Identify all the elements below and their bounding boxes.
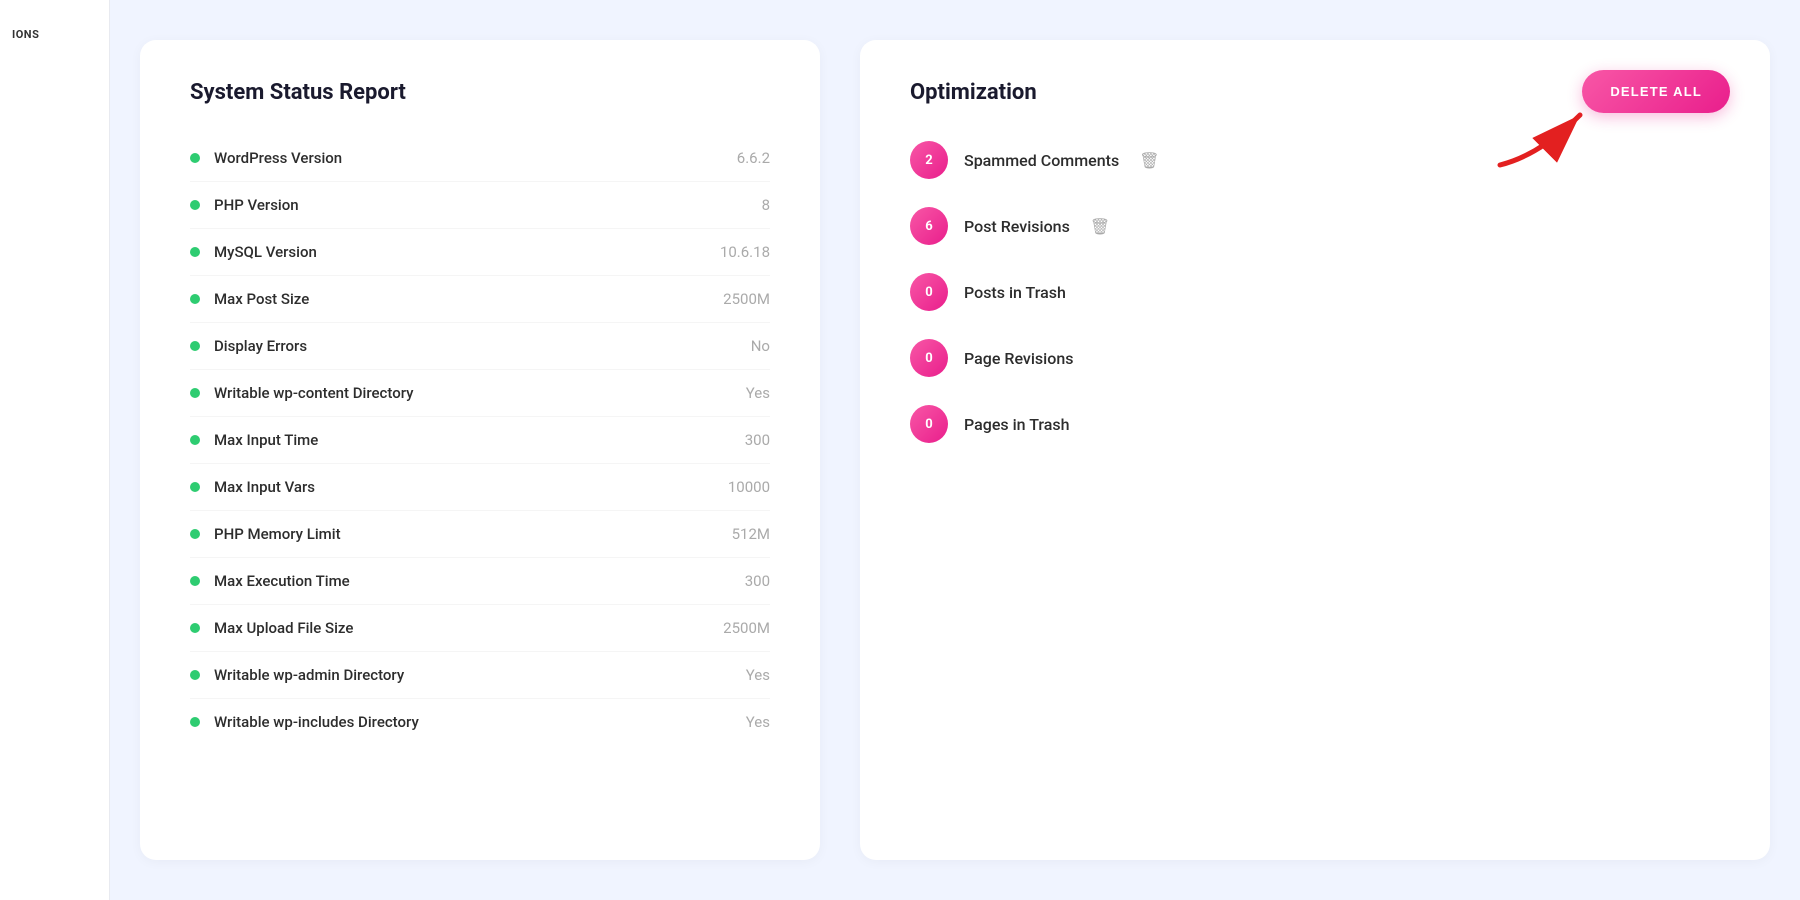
opt-item: 0 Pages in Trash (910, 405, 1720, 443)
status-value: 8 (762, 196, 770, 214)
status-item-left: Max Execution Time (190, 572, 350, 590)
status-label: PHP Version (214, 196, 299, 214)
trash-icon[interactable]: 🗑 (1090, 217, 1110, 236)
status-dot (190, 529, 200, 539)
opt-badge: 2 (910, 141, 948, 179)
opt-item-label: Pages in Trash (964, 415, 1070, 434)
status-dot (190, 670, 200, 680)
status-item: Max Post Size 2500M (190, 276, 770, 323)
opt-badge: 0 (910, 405, 948, 443)
status-list: WordPress Version 6.6.2 PHP Version 8 My… (190, 135, 770, 745)
opt-item-label: Posts in Trash (964, 283, 1066, 302)
status-item: Writable wp-content Directory Yes (190, 370, 770, 417)
status-item: Max Execution Time 300 (190, 558, 770, 605)
status-item: PHP Memory Limit 512M (190, 511, 770, 558)
status-item-left: Max Upload File Size (190, 619, 353, 637)
main-content: System Status Report WordPress Version 6… (110, 0, 1800, 900)
opt-item-label: Page Revisions (964, 349, 1073, 368)
status-value: 10000 (728, 478, 770, 496)
opt-item-label: Spammed Comments (964, 151, 1119, 170)
right-panel: Optimization DELETE ALL 2 Spammed Commen… (860, 40, 1770, 860)
status-item-left: PHP Memory Limit (190, 525, 341, 543)
status-label: Max Post Size (214, 290, 309, 308)
status-item-left: Writable wp-content Directory (190, 384, 414, 402)
status-dot (190, 623, 200, 633)
status-label: Writable wp-admin Directory (214, 666, 404, 684)
status-label: WordPress Version (214, 149, 342, 167)
status-label: Max Input Vars (214, 478, 315, 496)
delete-all-button[interactable]: DELETE ALL (1582, 70, 1730, 113)
status-dot (190, 435, 200, 445)
status-dot (190, 717, 200, 727)
status-item-left: WordPress Version (190, 149, 342, 167)
status-item: Max Input Time 300 (190, 417, 770, 464)
status-label: Max Upload File Size (214, 619, 353, 637)
status-value: 2500M (723, 619, 770, 637)
optimization-title: Optimization (910, 80, 1037, 105)
status-dot (190, 388, 200, 398)
system-status-title: System Status Report (190, 80, 770, 105)
optimization-list: 2 Spammed Comments 🗑 6 Post Revisions 🗑 … (910, 141, 1720, 443)
status-label: Writable wp-includes Directory (214, 713, 419, 731)
status-value: 300 (745, 572, 770, 590)
status-value: 10.6.18 (720, 243, 770, 261)
status-dot (190, 153, 200, 163)
status-item: WordPress Version 6.6.2 (190, 135, 770, 182)
opt-item: 0 Page Revisions (910, 339, 1720, 377)
status-label: Max Input Time (214, 431, 318, 449)
opt-item: 2 Spammed Comments 🗑 (910, 141, 1720, 179)
status-value: No (751, 337, 770, 355)
status-item: PHP Version 8 (190, 182, 770, 229)
status-item: Writable wp-admin Directory Yes (190, 652, 770, 699)
status-item-left: Max Input Time (190, 431, 318, 449)
status-dot (190, 294, 200, 304)
status-label: Display Errors (214, 337, 307, 355)
left-panel: System Status Report WordPress Version 6… (140, 40, 820, 860)
status-dot (190, 247, 200, 257)
status-item: Max Upload File Size 2500M (190, 605, 770, 652)
status-label: Max Execution Time (214, 572, 350, 590)
status-item-left: Max Input Vars (190, 478, 315, 496)
sidebar: IONS (0, 0, 110, 900)
status-item: Display Errors No (190, 323, 770, 370)
status-item-left: Writable wp-includes Directory (190, 713, 419, 731)
status-item-left: PHP Version (190, 196, 299, 214)
trash-icon[interactable]: 🗑 (1139, 151, 1159, 170)
status-dot (190, 200, 200, 210)
opt-badge: 6 (910, 207, 948, 245)
opt-item-label: Post Revisions (964, 217, 1070, 236)
sidebar-label: IONS (0, 20, 51, 49)
status-label: Writable wp-content Directory (214, 384, 414, 402)
status-item: MySQL Version 10.6.18 (190, 229, 770, 276)
status-label: PHP Memory Limit (214, 525, 341, 543)
status-value: 300 (745, 431, 770, 449)
status-item: Max Input Vars 10000 (190, 464, 770, 511)
status-dot (190, 482, 200, 492)
status-value: 2500M (723, 290, 770, 308)
status-value: Yes (746, 384, 770, 402)
status-dot (190, 341, 200, 351)
opt-item: 6 Post Revisions 🗑 (910, 207, 1720, 245)
status-value: Yes (746, 666, 770, 684)
status-item: Writable wp-includes Directory Yes (190, 699, 770, 745)
status-value: 512M (732, 525, 770, 543)
opt-badge: 0 (910, 273, 948, 311)
opt-item: 0 Posts in Trash (910, 273, 1720, 311)
status-item-left: Display Errors (190, 337, 307, 355)
status-item-left: MySQL Version (190, 243, 317, 261)
status-label: MySQL Version (214, 243, 317, 261)
status-item-left: Writable wp-admin Directory (190, 666, 404, 684)
status-dot (190, 576, 200, 586)
opt-badge: 0 (910, 339, 948, 377)
status-item-left: Max Post Size (190, 290, 309, 308)
status-value: 6.6.2 (737, 149, 770, 167)
status-value: Yes (746, 713, 770, 731)
